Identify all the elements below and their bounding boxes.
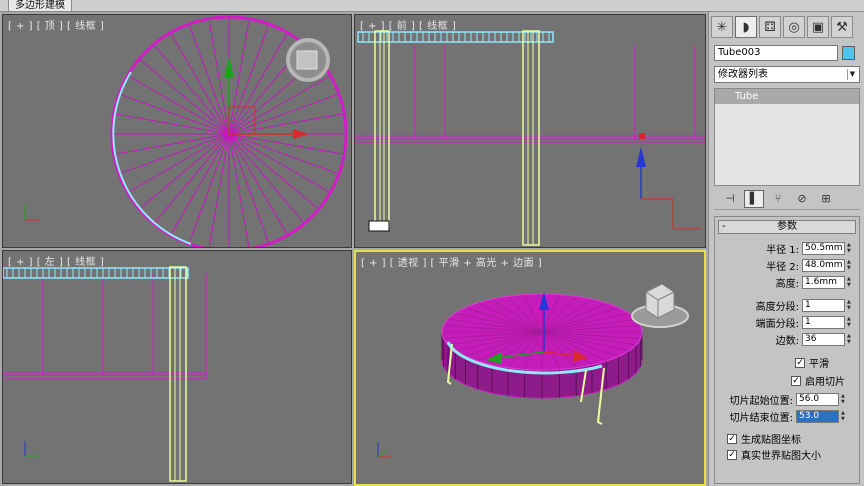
height-segments-field[interactable]: 1 bbox=[802, 299, 845, 312]
configure-sets-icon[interactable]: ⊞ bbox=[816, 190, 836, 208]
modifier-stack[interactable]: Tube bbox=[714, 88, 860, 186]
cap-segments-spinner[interactable]: ▲ ▼ bbox=[847, 316, 853, 329]
make-unique-icon[interactable]: ⑂ bbox=[768, 190, 788, 208]
collapse-icon: - bbox=[722, 221, 726, 232]
viewport-front-label[interactable]: [ + ] [ 前 ] [ 线框 ] bbox=[360, 17, 456, 32]
remove-modifier-icon[interactable]: ⊘ bbox=[792, 190, 812, 208]
slice-on-checkbox-row[interactable]: ✓ 启用切片 bbox=[791, 373, 845, 388]
radius1-spinner[interactable]: ▲ ▼ bbox=[847, 242, 853, 255]
sides-field[interactable]: 36 bbox=[802, 333, 845, 346]
parameters-rollout-header[interactable]: - 参数 bbox=[718, 220, 856, 234]
smooth-label: 平滑 bbox=[809, 359, 829, 370]
viewport-left[interactable]: [ + ] [ 左 ] [ 线框 ] bbox=[2, 250, 352, 484]
object-color-swatch[interactable] bbox=[842, 46, 855, 60]
slice-to-field[interactable]: 53.0 bbox=[796, 410, 839, 423]
slice-to-spinner[interactable]: ▲ ▼ bbox=[841, 410, 847, 423]
hierarchy-icon[interactable]: ⚃ bbox=[759, 16, 781, 38]
pin-stack-icon[interactable]: ⊣ bbox=[720, 190, 740, 208]
command-panel: ✳ ◗ ⚃ ◎ ▣ ⚒ Tube003 修改器列表 ▼ Tube ⊣ ▌ ⑂ ⊘… bbox=[708, 12, 864, 486]
viewport-perspective[interactable]: [ + ] [ 透视 ] [ 平滑 + 高光 + 边面 ] bbox=[354, 250, 706, 486]
smooth-checkbox-row[interactable]: ✓ 平滑 bbox=[795, 355, 829, 370]
slice-on-checkbox[interactable]: ✓ bbox=[791, 375, 801, 386]
command-panel-tabs: ✳ ◗ ⚃ ◎ ▣ ⚒ bbox=[711, 16, 861, 40]
sides-param: 边数: 36 ▲ ▼ bbox=[737, 332, 853, 347]
ribbon-bar: 多边形建模 bbox=[0, 0, 864, 12]
slice-from-param: 切片起始位置: 56.0 ▲ ▼ bbox=[727, 392, 847, 407]
height-segments-spinner[interactable]: ▲ ▼ bbox=[847, 299, 853, 312]
radius2-label: 半径 2: bbox=[766, 262, 799, 273]
modifier-list-dropdown[interactable]: 修改器列表 ▼ bbox=[714, 66, 860, 83]
object-name-field[interactable]: Tube003 bbox=[714, 45, 838, 61]
slice-from-field[interactable]: 56.0 bbox=[796, 393, 839, 406]
viewport-left-canvas bbox=[3, 266, 207, 482]
3dsmax-window: 多边形建模 [ + ] [ 顶 ] [ 线框 ] [+] [前] [线… bbox=[0, 0, 864, 486]
slice-from-label: 切片起始位置: bbox=[729, 396, 793, 407]
radius2-param: 半径 2: 48.0mm ▲ ▼ bbox=[757, 258, 853, 273]
real-world-map-label: 真实世界贴图大小 bbox=[741, 451, 821, 462]
radius1-field[interactable]: 50.5mm bbox=[802, 242, 845, 255]
slice-to-label: 切片结束位置: bbox=[729, 413, 793, 424]
utilities-icon[interactable]: ⚒ bbox=[831, 16, 853, 38]
slice-to-param: 切片结束位置: 53.0 ▲ ▼ bbox=[727, 409, 847, 424]
gen-map-coords-label: 生成贴图坐标 bbox=[741, 435, 801, 446]
gen-map-coords-checkbox[interactable]: ✓ bbox=[727, 433, 737, 444]
ribbon-tab-polygon-modeling[interactable]: 多边形建模 bbox=[8, 0, 72, 11]
viewport-perspective-canvas bbox=[377, 283, 689, 458]
viewport-top[interactable]: [ + ] [ 顶 ] [ 线框 ] bbox=[2, 14, 352, 248]
radius2-field[interactable]: 48.0mm bbox=[802, 259, 845, 272]
motion-icon[interactable]: ◎ bbox=[783, 16, 805, 38]
real-world-map-checkbox[interactable]: ✓ bbox=[727, 449, 737, 460]
cap-segments-field[interactable]: 1 bbox=[802, 316, 845, 329]
stack-item-tube[interactable]: Tube bbox=[715, 89, 859, 104]
modifier-list-label: 修改器列表 bbox=[718, 69, 768, 80]
gen-map-coords-row[interactable]: ✓ 生成贴图坐标 bbox=[727, 431, 801, 446]
chevron-down-icon[interactable]: ▼ bbox=[847, 69, 857, 80]
height-segments-param: 高度分段: 1 ▲ ▼ bbox=[737, 298, 853, 313]
cap-segments-label: 端面分段: bbox=[755, 319, 799, 330]
viewport-top-label[interactable]: [ + ] [ 顶 ] [ 线框 ] bbox=[8, 17, 104, 32]
radius1-param: 半径 1: 50.5mm ▲ ▼ bbox=[757, 241, 853, 256]
parameters-rollout: - 参数 半径 1: 50.5mm ▲ ▼ 半径 2: 48.0mm ▲ ▼ 高度:… bbox=[714, 216, 860, 484]
height-spinner[interactable]: ▲ ▼ bbox=[847, 276, 853, 289]
height-segments-label: 高度分段: bbox=[755, 302, 799, 313]
slice-on-label: 启用切片 bbox=[805, 377, 845, 388]
sides-label: 边数: bbox=[775, 336, 799, 347]
height-label: 高度: bbox=[775, 279, 799, 290]
parameters-title: 参数 bbox=[777, 221, 797, 232]
show-end-result-icon[interactable]: ▌ bbox=[744, 189, 764, 208]
height-field[interactable]: 1.6mm bbox=[802, 276, 845, 289]
sides-spinner[interactable]: ▲ ▼ bbox=[847, 333, 853, 346]
stack-toolbar: ⊣ ▌ ⑂ ⊘ ⊞ bbox=[714, 188, 860, 210]
cap-segments-param: 端面分段: 1 ▲ ▼ bbox=[737, 315, 853, 330]
viewport-front[interactable]: [ + ] [ 前 ] [ 线框 ] bbox=[354, 14, 706, 248]
display-icon[interactable]: ▣ bbox=[807, 16, 829, 38]
modify-icon[interactable]: ◗ bbox=[735, 16, 757, 38]
viewport-left-label[interactable]: [ + ] [ 左 ] [ 线框 ] bbox=[8, 253, 104, 268]
real-world-map-row[interactable]: ✓ 真实世界贴图大小 bbox=[727, 447, 821, 462]
create-icon[interactable]: ✳ bbox=[711, 16, 733, 38]
radius2-spinner[interactable]: ▲ ▼ bbox=[847, 259, 853, 272]
slice-from-spinner[interactable]: ▲ ▼ bbox=[841, 393, 847, 406]
object-name-row: Tube003 bbox=[714, 44, 860, 62]
viewport-perspective-label[interactable]: [ + ] [ 透视 ] [ 平滑 + 高光 + 边面 ] bbox=[361, 254, 542, 269]
viewport-top-canvas bbox=[24, 15, 348, 247]
radius1-label: 半径 1: bbox=[766, 245, 799, 256]
smooth-checkbox[interactable]: ✓ bbox=[795, 357, 805, 368]
height-param: 高度: 1.6mm ▲ ▼ bbox=[757, 275, 853, 290]
viewport-front-canvas bbox=[355, 30, 705, 246]
